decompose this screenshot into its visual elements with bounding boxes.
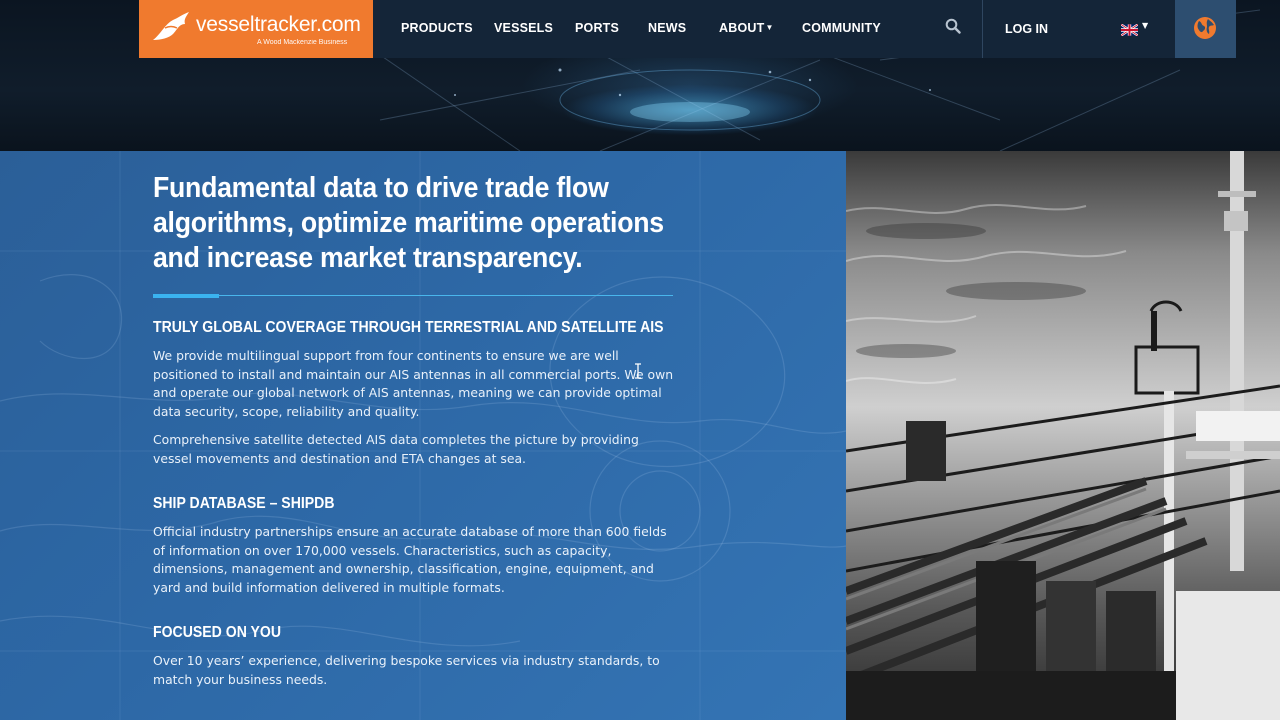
brand-logo[interactable]: vesseltracker.com A Wood Mackenzie Busin… <box>139 0 373 58</box>
nav-divider <box>982 0 983 58</box>
nav-products[interactable]: PRODUCTS <box>401 0 473 58</box>
section-text-focus: Over 10 years’ experience, delivering be… <box>153 653 660 687</box>
ship-deck-illustration <box>846 151 1280 720</box>
nav-community[interactable]: COMMUNITY <box>802 0 881 58</box>
brand-tagline: A Wood Mackenzie Business <box>257 39 348 46</box>
login-link[interactable]: LOG IN <box>1005 0 1048 58</box>
nav-vessels[interactable]: VESSELS <box>494 0 553 58</box>
section-text-coverage-1: We provide multilingual support from fou… <box>153 348 674 419</box>
uk-flag-icon <box>1120 23 1139 37</box>
section-title-shipdb: SHIP DATABASE – SHIPDB <box>153 495 335 512</box>
nav-news[interactable]: NEWS <box>648 0 686 58</box>
top-navigation: vesseltracker.com A Wood Mackenzie Busin… <box>139 0 1236 58</box>
tanker-deck-photo <box>846 151 1280 720</box>
dragon-ship-icon <box>153 12 189 40</box>
section-text-coverage-2: Comprehensive satellite detected AIS dat… <box>153 432 639 466</box>
section-title-focus: FOCUSED ON YOU <box>153 624 282 641</box>
globe-button[interactable] <box>1175 0 1236 58</box>
nav-about-label: ABOUT <box>719 21 765 35</box>
search-button[interactable] <box>945 18 965 38</box>
chevron-down-icon: ▼ <box>1142 21 1149 30</box>
section-text-shipdb: Official industry partnerships ensure an… <box>153 524 667 595</box>
nav-about[interactable]: ABOUT▼ <box>719 0 774 58</box>
headline-divider <box>153 294 673 298</box>
language-selector[interactable]: ▼ <box>1120 21 1148 37</box>
page-headline: Fundamental data to drive trade flow alg… <box>153 172 664 274</box>
brand-name: vesseltracker.com <box>196 13 361 36</box>
text-cursor-icon <box>635 363 641 379</box>
nav-ports[interactable]: PORTS <box>575 0 619 58</box>
chevron-down-icon: ▼ <box>765 23 774 32</box>
search-icon <box>945 18 961 34</box>
section-title-coverage: TRULY GLOBAL COVERAGE THROUGH TERRESTRIA… <box>153 319 664 336</box>
intro-content: Fundamental data to drive trade flow alg… <box>153 151 677 689</box>
divider-line <box>153 295 673 296</box>
divider-accent <box>153 294 219 298</box>
globe-icon <box>1194 17 1216 39</box>
